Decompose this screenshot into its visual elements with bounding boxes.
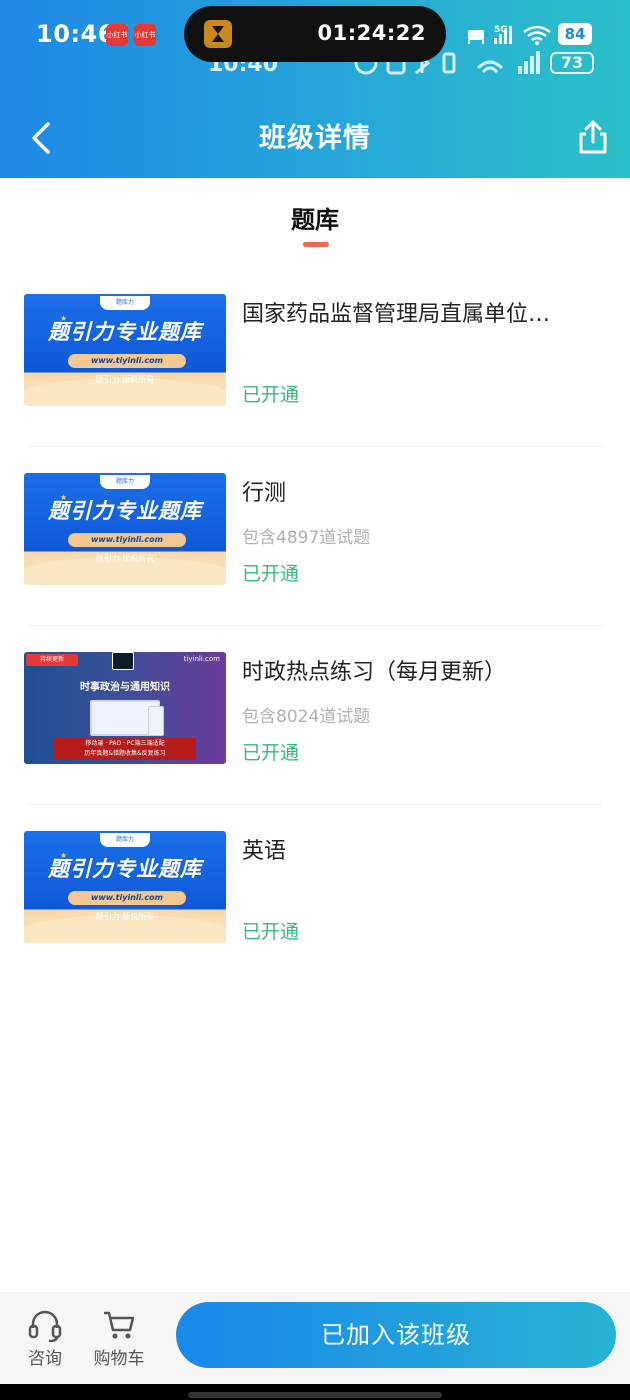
item-title: 时政热点练习（每月更新）: [242, 660, 507, 685]
thumb-cap-text: 题库力: [115, 478, 134, 485]
home-indicator[interactable]: [188, 1392, 442, 1398]
thumb-cap: 题库力: [100, 475, 150, 489]
item-title: 国家药品监督管理局直属单位…: [242, 302, 551, 327]
dynamic-island[interactable]: 01:24:22: [184, 6, 446, 62]
cart-label: 购物车: [93, 1349, 145, 1369]
bottom-action-bar: 咨询 购物车 已加入该班级: [0, 1292, 630, 1384]
thumb-feature-bar: 移动端 · PAD · PC端三端适配 历年真题&错题收集&反复练习: [54, 738, 196, 760]
phone-icon: [148, 706, 164, 736]
status-bar: 10:46 小红书 小红书 10:40 73 01:24:22 5G 84: [0, 0, 630, 77]
cart-icon: [104, 1311, 135, 1339]
item-status: 已开通: [242, 921, 300, 943]
thumb-cap: 题库力: [100, 296, 150, 310]
page-title: 班级详情: [259, 123, 371, 154]
consult-button[interactable]: 咨询: [10, 1308, 80, 1369]
thumb-feature-line: 历年真题&错题收集&反复练习: [84, 750, 166, 757]
course-thumbnail: 持续更新 tiyinli.com 时事政治与通用知识 移动端 · PAD · P…: [24, 652, 226, 764]
thumb-copyright: 题引力 版权所有: [95, 912, 155, 921]
status-time: 10:46: [36, 20, 115, 48]
notification-badge-icon: 小红书: [106, 24, 128, 46]
list-item[interactable]: 持续更新 tiyinli.com 时事政治与通用知识 移动端 · PAD · P…: [0, 626, 630, 805]
thumb-cap-text: 题库力: [115, 836, 134, 843]
thumb-feature-line: 移动端 · PAD · PC端三端适配: [85, 740, 165, 747]
question-bank-list: 题库力 ★ 题引力专业题库 www.tiyinli.com 题引力 版权所有 国…: [0, 268, 630, 984]
course-thumbnail: 题库力 ★ 题引力专业题库 www.tiyinli.com 题引力 版权所有: [24, 473, 226, 585]
thumb-site: tiyinli.com: [183, 655, 220, 663]
list-item[interactable]: 题库力 ★ 题引力专业题库 www.tiyinli.com 题引力 版权所有 英…: [0, 805, 630, 984]
thumb-copyright: 题引力 版权所有: [95, 554, 155, 563]
item-question-count: 包含4897道试题: [242, 528, 371, 548]
hourglass-icon: [204, 20, 232, 48]
logo-icon: [112, 652, 134, 670]
tab-question-bank[interactable]: 题库: [0, 200, 630, 235]
thumb-banner: 题引力专业题库: [48, 499, 202, 523]
tab-label: 题库: [291, 206, 339, 234]
header: 10:46 小红书 小红书 10:40 73 01:24:22 5G 84 班级…: [0, 0, 630, 178]
item-status: 已开通: [242, 563, 300, 585]
tab-indicator: [303, 242, 329, 247]
battery-icon: 84: [558, 23, 592, 45]
thumb-tag: 持续更新: [26, 654, 78, 666]
item-status: 已开通: [242, 742, 300, 764]
thumb-cap: 题库力: [100, 833, 150, 847]
item-question-count: 包含8024道试题: [242, 707, 371, 727]
thumb-banner: 题引力专业题库: [48, 857, 202, 881]
list-item[interactable]: 题库力 ★ 题引力专业题库 www.tiyinli.com 题引力 版权所有 行…: [0, 447, 630, 626]
joined-class-button[interactable]: 已加入该班级: [176, 1302, 616, 1368]
share-icon[interactable]: [576, 118, 610, 156]
item-title: 行测: [242, 481, 287, 506]
thumb-url: www.tiyinli.com: [68, 354, 186, 368]
item-title: 英语: [242, 839, 287, 864]
thumb-headline: 时事政治与通用知识: [80, 682, 170, 693]
course-thumbnail: 题库力 ★ 题引力专业题库 www.tiyinli.com 题引力 版权所有: [24, 831, 226, 943]
headset-icon: [28, 1310, 62, 1342]
thumb-url: www.tiyinli.com: [68, 891, 186, 905]
island-timer: 01:24:22: [317, 21, 426, 45]
thumb-url: www.tiyinli.com: [68, 533, 186, 547]
course-thumbnail: 题库力 ★ 题引力专业题库 www.tiyinli.com 题引力 版权所有: [24, 294, 226, 406]
ghost-battery-icon: 73: [550, 52, 594, 74]
status-icons: 5G: [468, 25, 551, 45]
cart-button[interactable]: 购物车: [84, 1308, 154, 1369]
notification-badge-icon: 小红书: [134, 24, 156, 46]
list-item[interactable]: 题库力 ★ 题引力专业题库 www.tiyinli.com 题引力 版权所有 国…: [0, 268, 630, 447]
thumb-copyright: 题引力 版权所有: [95, 375, 155, 384]
item-status: 已开通: [242, 384, 300, 406]
consult-label: 咨询: [28, 1349, 62, 1369]
thumb-banner: 题引力专业题库: [48, 320, 202, 344]
thumb-cap-text: 题库力: [115, 299, 134, 306]
